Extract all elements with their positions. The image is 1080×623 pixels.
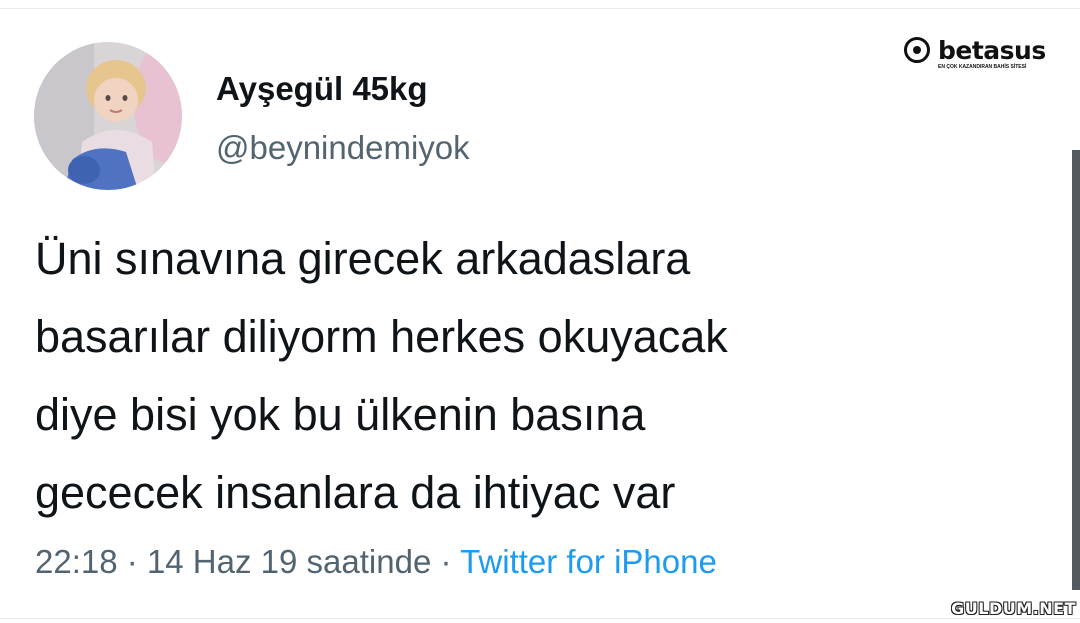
meta-separator: · [126, 543, 138, 580]
tweet-screenshot: Ayşegül 45kg @beynindemiyok Üni sınavına… [0, 0, 1080, 623]
betasus-wordmark: betasus [938, 36, 1046, 65]
betasus-watermark: betasus EN ÇOK KAZANDIRAN BAHİS SİTESİ [904, 34, 1054, 74]
tweet-metadata: 22:18 · 14 Haz 19 saatinde · Twitter for… [35, 543, 717, 581]
tweet-date[interactable]: 14 Haz 19 saatinde [147, 543, 431, 580]
tweet-text: Üni sınavına girecek arkadaslara basarıl… [35, 220, 1035, 532]
guldum-watermark: GULDUM.NET [951, 599, 1076, 618]
tweet-source-link[interactable]: Twitter for iPhone [460, 543, 717, 580]
tweet-text-line: Üni sınavına girecek arkadaslara [35, 233, 691, 284]
avatar-image [34, 42, 182, 190]
top-divider [0, 8, 1080, 9]
betasus-tagline: EN ÇOK KAZANDIRAN BAHİS SİTESİ [938, 64, 1027, 70]
display-name[interactable]: Ayşegül 45kg [216, 70, 428, 108]
betasus-logo-icon [904, 37, 930, 63]
tweet-text-line: gececek insanlara da ihtiyac var [35, 467, 676, 518]
bottom-divider [0, 618, 1080, 619]
right-edge-strip [1072, 150, 1080, 590]
user-handle[interactable]: @beynindemiyok [216, 129, 470, 167]
tweet-text-line: diye bisi yok bu ülkenin basına [35, 389, 646, 440]
tweet-text-line: basarılar diliyorm herkes okuyacak [35, 311, 728, 362]
meta-separator: · [440, 543, 452, 580]
avatar[interactable] [34, 42, 182, 190]
tweet-time[interactable]: 22:18 [35, 543, 118, 580]
